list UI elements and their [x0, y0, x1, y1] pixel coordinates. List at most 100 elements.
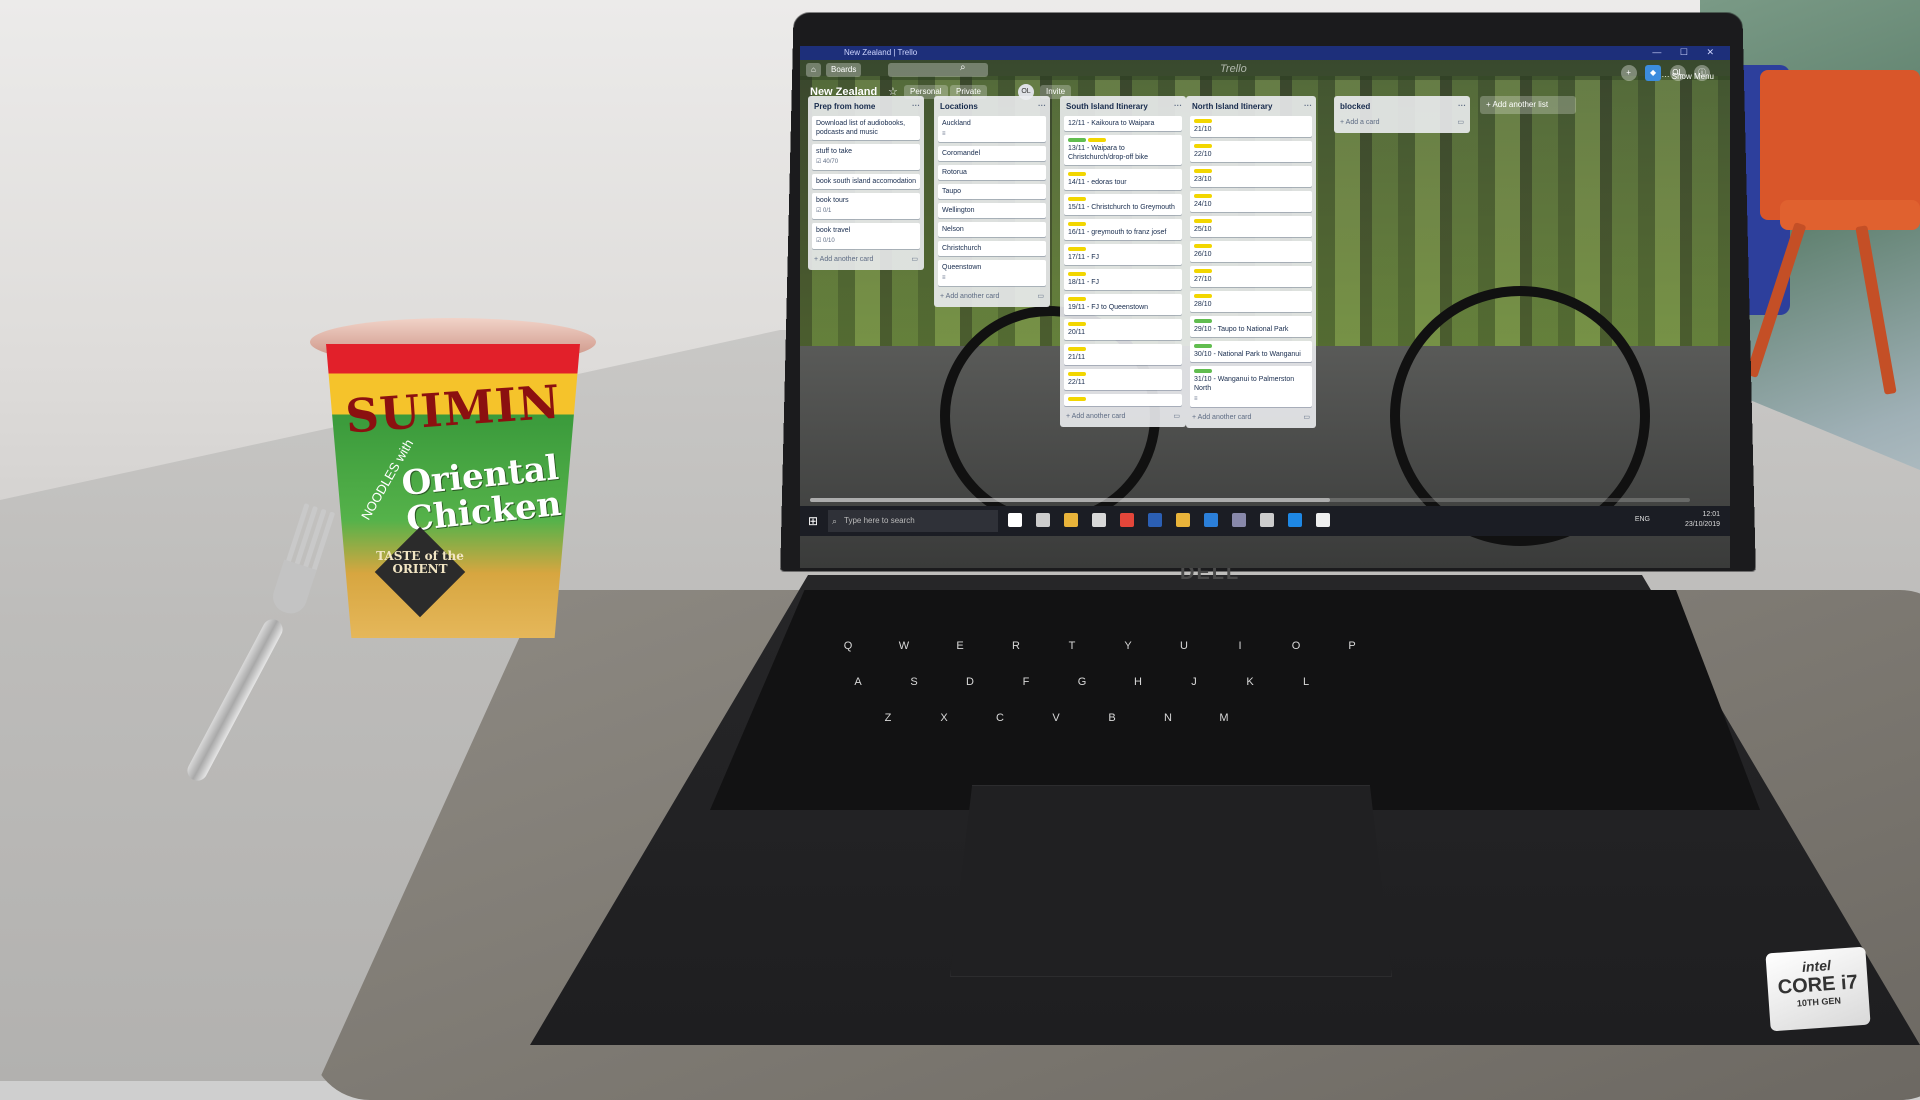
- list-card[interactable]: book travel ☑ 0/10: [812, 223, 920, 249]
- list-card[interactable]: 25/10: [1190, 216, 1312, 237]
- list-card[interactable]: 16/11 - greymouth to franz josef: [1064, 219, 1182, 240]
- list-card[interactable]: Download list of audiobooks, podcasts an…: [812, 116, 920, 140]
- list-title[interactable]: Locations ···: [938, 99, 1046, 116]
- notification-icon[interactable]: ◆: [1645, 65, 1662, 81]
- taskbar-app-icon[interactable]: [1176, 513, 1190, 527]
- list-card[interactable]: 23/10: [1190, 166, 1312, 187]
- list-card[interactable]: book tours ☑ 0/1: [812, 193, 920, 219]
- plus-icon[interactable]: +: [1620, 65, 1637, 81]
- list-title[interactable]: Prep from home ···: [812, 99, 920, 116]
- list-card[interactable]: Christchurch: [938, 241, 1046, 256]
- taskbar-app-icon[interactable]: [1120, 513, 1134, 527]
- list-card[interactable]: 20/11: [1064, 319, 1182, 340]
- taskbar-app-icon[interactable]: [1148, 513, 1162, 527]
- list-card[interactable]: book south island accomodation: [812, 174, 920, 189]
- list-card[interactable]: 21/10: [1190, 116, 1312, 137]
- card-badge: ☑ 0/1: [816, 208, 832, 214]
- list-menu-icon[interactable]: ···: [1304, 101, 1312, 110]
- list-card[interactable]: 28/10: [1190, 291, 1312, 312]
- list-column[interactable]: North Island Itinerary ··· 21/10 22/10 23/10…: [1186, 96, 1316, 428]
- card-template-icon[interactable]: ▭: [1037, 292, 1044, 300]
- taskbar-app-icon[interactable]: [1288, 513, 1302, 527]
- windows-start-icon[interactable]: ⊞: [808, 514, 818, 528]
- scrollbar-thumb[interactable]: [810, 498, 1330, 502]
- list-title[interactable]: blocked ···: [1338, 99, 1466, 116]
- taskbar-app-icon[interactable]: [1316, 513, 1330, 527]
- list-card[interactable]: 21/11: [1064, 344, 1182, 365]
- list-menu-icon[interactable]: ···: [1458, 101, 1466, 110]
- card-text: Christchurch: [942, 245, 982, 252]
- list-column[interactable]: Prep from home ··· Download list of audiob…: [808, 96, 924, 270]
- home-icon[interactable]: ⌂: [806, 63, 821, 77]
- search-input[interactable]: [888, 63, 988, 77]
- add-card-button[interactable]: + Add another card ▭: [812, 253, 920, 266]
- search-icon: ⌕: [832, 516, 838, 526]
- card-text: 30/10 - National Park to Wanganui: [1194, 351, 1301, 358]
- list-title[interactable]: North Island Itinerary ···: [1190, 99, 1312, 116]
- list-card[interactable]: [1064, 394, 1182, 406]
- list-card[interactable]: Auckland ≡: [938, 116, 1046, 142]
- list-card[interactable]: 15/11 - Christchurch to Greymouth: [1064, 194, 1182, 215]
- card-template-icon[interactable]: ▭: [911, 255, 918, 263]
- list-card[interactable]: 19/11 - FJ to Queenstown: [1064, 294, 1182, 315]
- list-card[interactable]: 18/11 - FJ: [1064, 269, 1182, 290]
- add-card-button[interactable]: + Add another card ▭: [938, 290, 1046, 303]
- list-card[interactable]: 13/11 - Waipara to Christchurch/drop-off…: [1064, 135, 1182, 165]
- clock[interactable]: 12:01 23/10/2019: [1685, 510, 1720, 530]
- list-card[interactable]: Rotorua: [938, 165, 1046, 180]
- list-title[interactable]: South Island Itinerary ···: [1064, 99, 1182, 116]
- key: N: [1164, 712, 1172, 724]
- list-card[interactable]: 17/11 - FJ: [1064, 244, 1182, 265]
- list-column[interactable]: South Island Itinerary ··· 12/11 - Kaikour…: [1060, 96, 1186, 427]
- add-card-button[interactable]: + Add another card ▭: [1190, 411, 1312, 424]
- list-menu-icon[interactable]: ···: [912, 101, 920, 110]
- taskbar-search[interactable]: ⌕ Type here to search: [828, 510, 998, 532]
- card-label: [1068, 272, 1086, 276]
- list-card[interactable]: 31/10 - Wanganui to Palmerston North ≡: [1190, 366, 1312, 407]
- taskbar-app-icon[interactable]: [1036, 513, 1050, 527]
- list-card[interactable]: 27/10: [1190, 266, 1312, 287]
- taskbar-app-icon[interactable]: [1008, 513, 1022, 527]
- laptop-screen: New Zealand | Trello — ☐ ✕ ⌂ Boards ⌕ Tr…: [800, 46, 1730, 568]
- card-labels: [1194, 144, 1308, 148]
- card-label: [1068, 347, 1086, 351]
- list-card[interactable]: Wellington: [938, 203, 1046, 218]
- card-template-icon[interactable]: ▭: [1457, 118, 1464, 126]
- list-column[interactable]: Locations ··· Auckland ≡ Coromandel Rotorua Ta…: [934, 96, 1050, 307]
- list-card[interactable]: stuff to take ☑ 40/70: [812, 144, 920, 170]
- list-card[interactable]: Taupo: [938, 184, 1046, 199]
- list-card[interactable]: 22/10: [1190, 141, 1312, 162]
- show-menu-button[interactable]: ··· Show Menu: [1662, 72, 1714, 81]
- card-template-icon[interactable]: ▭: [1303, 413, 1310, 421]
- boards-button[interactable]: Boards: [826, 63, 862, 77]
- card-label: [1194, 319, 1212, 323]
- list-menu-icon[interactable]: ···: [1174, 101, 1182, 110]
- list-card[interactable]: 30/10 - National Park to Wanganui: [1190, 341, 1312, 362]
- add-card-button[interactable]: + Add another card ▭: [1064, 410, 1182, 423]
- list-card[interactable]: 14/11 - edoras tour: [1064, 169, 1182, 190]
- list-menu-icon[interactable]: ···: [1038, 101, 1046, 110]
- language-indicator[interactable]: ENG: [1635, 516, 1650, 523]
- taskbar-app-icon[interactable]: [1204, 513, 1218, 527]
- taskbar-app-icon[interactable]: [1064, 513, 1078, 527]
- list-card[interactable]: 29/10 - Taupo to National Park: [1190, 316, 1312, 337]
- key: V: [1052, 712, 1060, 724]
- list-card[interactable]: 12/11 - Kaikoura to Waipara: [1064, 116, 1182, 131]
- list-card[interactable]: 24/10: [1190, 191, 1312, 212]
- search-icon[interactable]: ⌕: [960, 62, 966, 73]
- list-card[interactable]: 26/10: [1190, 241, 1312, 262]
- window-controls[interactable]: — ☐ ✕: [1652, 47, 1722, 58]
- list-card[interactable]: Queenstown ≡: [938, 260, 1046, 286]
- taskbar-app-icon[interactable]: [1232, 513, 1246, 527]
- trello-logo[interactable]: Trello: [1220, 63, 1247, 75]
- board-scrollbar[interactable]: [810, 498, 1690, 502]
- taskbar-app-icon[interactable]: [1260, 513, 1274, 527]
- add-list-button[interactable]: + Add another list: [1480, 96, 1576, 114]
- taskbar-app-icon[interactable]: [1092, 513, 1106, 527]
- card-template-icon[interactable]: ▭: [1173, 412, 1180, 420]
- add-card-button[interactable]: + Add a card ▭: [1338, 116, 1466, 129]
- list-card[interactable]: Coromandel: [938, 146, 1046, 161]
- list-column[interactable]: blocked ··· + Add a card ▭: [1334, 96, 1470, 133]
- list-card[interactable]: Nelson: [938, 222, 1046, 237]
- list-card[interactable]: 22/11: [1064, 369, 1182, 390]
